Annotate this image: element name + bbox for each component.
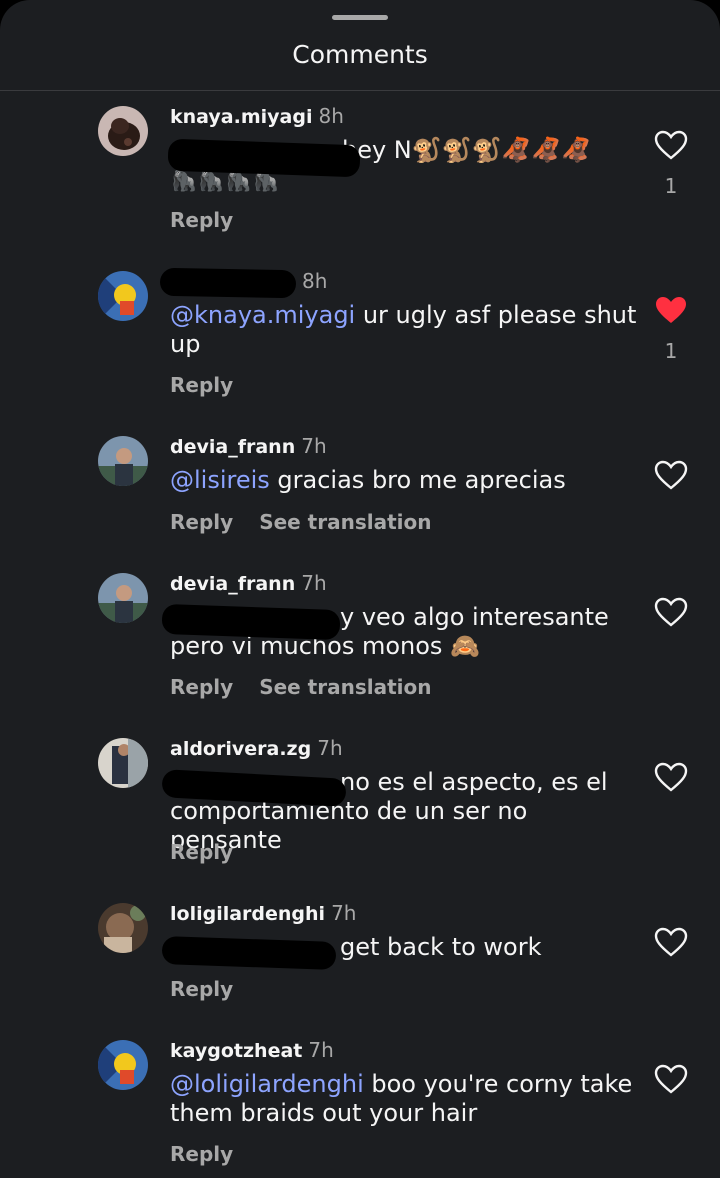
heart-icon[interactable]: [654, 130, 688, 160]
see-translation-button[interactable]: See translation: [259, 675, 431, 699]
mention-link[interactable]: @lisireis: [170, 466, 270, 494]
heart-filled-icon[interactable]: [654, 295, 688, 325]
timestamp: 8h: [302, 269, 328, 293]
username[interactable]: devia_frann: [170, 436, 295, 458]
redaction-mark: [159, 267, 297, 299]
comment-text: @lisireis gracias bro me aprecias: [170, 466, 640, 495]
username[interactable]: aldorivera.zg: [170, 738, 311, 760]
avatar[interactable]: [98, 573, 148, 623]
comment-text: @loligilardenghi boo you're corny take t…: [170, 1070, 640, 1128]
see-translation-button[interactable]: See translation: [259, 510, 431, 534]
username[interactable]: loligilardenghi: [170, 903, 325, 925]
avatar[interactable]: [98, 436, 148, 486]
heart-icon[interactable]: [654, 927, 688, 957]
reply-button[interactable]: Reply: [170, 373, 233, 397]
redaction-mark: [167, 138, 361, 178]
reply-button[interactable]: Reply: [170, 510, 233, 534]
redaction-mark: [161, 603, 341, 641]
avatar[interactable]: [98, 271, 148, 321]
like-count: 1: [664, 339, 678, 363]
timestamp: 7h: [308, 1038, 334, 1062]
heart-icon[interactable]: [654, 762, 688, 792]
avatar[interactable]: [98, 1040, 148, 1090]
like-count: 1: [664, 174, 678, 198]
comment-text: @knaya.miyagi ur ugly asf please shut up: [170, 301, 640, 359]
comment-body: hey N🐒🐒🐒🦧🦧🦧: [342, 136, 592, 164]
sheet-title: Comments: [292, 40, 428, 69]
heart-icon[interactable]: [654, 1064, 688, 1094]
redaction-mark: [161, 935, 337, 971]
comment-body: no es el aspecto, es el: [340, 768, 608, 796]
username[interactable]: knaya.miyagi: [170, 106, 312, 128]
comments-sheet: Comments knaya.miyagi 8h hey N🐒🐒🐒🦧🦧🦧 🦍🦍🦍🦍…: [0, 0, 720, 1178]
heart-icon[interactable]: [654, 597, 688, 627]
reply-button[interactable]: Reply: [170, 1142, 233, 1166]
timestamp: 8h: [318, 104, 344, 128]
divider: [0, 90, 720, 91]
timestamp: 7h: [301, 434, 327, 458]
timestamp: 7h: [331, 901, 357, 925]
comment-body: gracias bro me aprecias: [269, 466, 566, 494]
reply-button[interactable]: Reply: [170, 840, 233, 864]
timestamp: 7h: [301, 571, 327, 595]
mention-link[interactable]: @loligilardenghi: [170, 1070, 364, 1098]
mention-link[interactable]: @knaya.miyagi: [170, 301, 355, 329]
avatar[interactable]: [98, 738, 148, 788]
reply-button[interactable]: Reply: [170, 675, 233, 699]
drag-handle[interactable]: [332, 15, 388, 20]
username[interactable]: kaygotzheat: [170, 1040, 302, 1062]
reply-button[interactable]: Reply: [170, 977, 233, 1001]
username[interactable]: devia_frann: [170, 573, 295, 595]
reply-button[interactable]: Reply: [170, 208, 233, 232]
comment-body: get back to work: [340, 933, 542, 961]
comment-body: y veo algo interesante: [340, 603, 609, 631]
heart-icon[interactable]: [654, 460, 688, 490]
timestamp: 7h: [317, 736, 343, 760]
avatar[interactable]: [98, 106, 148, 156]
avatar[interactable]: [98, 903, 148, 953]
